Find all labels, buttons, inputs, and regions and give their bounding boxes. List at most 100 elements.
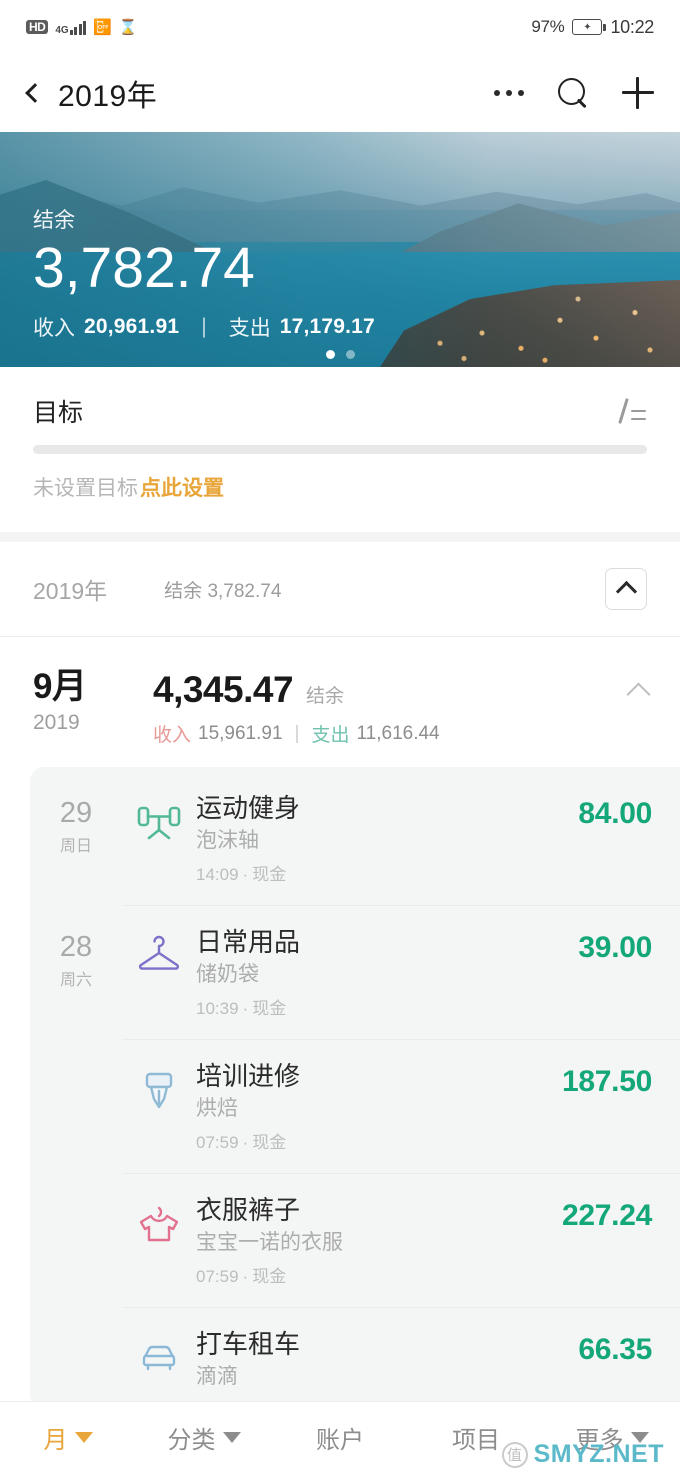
transaction-date bbox=[30, 1195, 122, 1202]
hourglass-icon: ⌛ bbox=[118, 18, 138, 36]
battery-percent: 97% bbox=[531, 17, 565, 36]
transaction-day: 29 bbox=[59, 797, 93, 829]
year-summary-row[interactable]: 2019年 结余 3,782.74 bbox=[0, 542, 680, 636]
banner-separator: | bbox=[201, 315, 207, 338]
table-row[interactable]: 28 周六 日常用品 储奶袋 10:39 · 现金 39.00 bbox=[30, 905, 680, 1039]
tab-month[interactable]: 月 bbox=[0, 1420, 136, 1455]
month-balance-caption: 结余 bbox=[306, 686, 345, 707]
table-row[interactable]: 29 周日 运动健身 泡沫轴 14:09 · 现金 84.00 bbox=[30, 771, 680, 905]
banner-expense-label: 支出 bbox=[228, 317, 271, 340]
year-balance: 结余 3,782.74 bbox=[164, 580, 282, 602]
status-bar: HD 4G 📴 ⌛ 97% ✦ 10:22 bbox=[0, 0, 680, 54]
table-row[interactable]: 衣服裤子 宝宝一诺的衣服 07:59 · 现金 227.24 bbox=[30, 1173, 680, 1307]
app-header: 2019年 bbox=[0, 54, 680, 132]
dumbbell-icon bbox=[122, 793, 196, 849]
table-row[interactable]: 培训进修 烘焙 07:59 · 现金 187.50 bbox=[30, 1039, 680, 1173]
transaction-category: 打车租车 bbox=[196, 1329, 301, 1359]
goal-progress-bar bbox=[33, 445, 647, 454]
car-icon bbox=[122, 1329, 196, 1385]
transaction-body: 打车租车 滴滴 bbox=[196, 1329, 515, 1389]
signal-bars-icon bbox=[69, 20, 87, 35]
transaction-body: 日常用品 储奶袋 10:39 · 现金 bbox=[196, 927, 515, 1019]
network-4g-icon: 4G bbox=[55, 20, 87, 36]
transaction-amount: 187.50 bbox=[562, 1065, 652, 1098]
transaction-amount: 66.35 bbox=[578, 1333, 652, 1366]
transaction-category: 衣服裤子 bbox=[196, 1195, 301, 1225]
section-divider bbox=[0, 532, 680, 542]
transaction-amount: 227.24 bbox=[562, 1199, 652, 1232]
transaction-account: 现金 bbox=[252, 999, 287, 1018]
back-chevron-icon[interactable] bbox=[25, 83, 45, 103]
transaction-category: 培训进修 bbox=[196, 1061, 301, 1091]
transaction-time: 14:09 bbox=[196, 865, 239, 884]
banner-balance-label: 结余 bbox=[33, 209, 75, 232]
month-balance-value: 4,345.47 bbox=[153, 669, 294, 710]
transaction-account: 现金 bbox=[252, 1267, 287, 1286]
battery-icon: ✦ bbox=[572, 19, 606, 35]
month-expense-value: 11,616.44 bbox=[356, 722, 440, 744]
hd-icon: HD bbox=[26, 20, 49, 34]
year-collapse-button[interactable] bbox=[605, 568, 647, 610]
clothes-hanger-icon bbox=[122, 927, 196, 983]
plus-icon[interactable] bbox=[622, 77, 654, 109]
goal-header: 目标 bbox=[33, 393, 647, 429]
month-when: 9月 2019 bbox=[33, 667, 153, 735]
banner-income-value: 20,961.91 bbox=[84, 315, 180, 338]
month-collapse-button[interactable] bbox=[597, 667, 651, 707]
transaction-category: 日常用品 bbox=[196, 927, 301, 957]
page-title: 2019年 bbox=[58, 80, 158, 113]
tab-category[interactable]: 分类 bbox=[136, 1420, 272, 1455]
tab-project-label: 项目 bbox=[452, 1427, 500, 1454]
month-income-expense: 收入 15,961.91 | 支出 11,616.44 bbox=[153, 720, 597, 747]
month-balance-row: 4,345.47 结余 bbox=[153, 669, 597, 711]
transaction-amount: 84.00 bbox=[578, 797, 652, 830]
transaction-body: 运动健身 泡沫轴 14:09 · 现金 bbox=[196, 793, 515, 885]
transaction-note: 烘焙 bbox=[196, 1097, 238, 1120]
transaction-time: 10:39 bbox=[196, 999, 239, 1018]
transaction-date bbox=[30, 1061, 122, 1068]
transaction-body: 衣服裤子 宝宝一诺的衣服 07:59 · 现金 bbox=[196, 1195, 515, 1287]
goal-card: 目标 未设置目标点此设置 bbox=[0, 367, 680, 532]
network-label: 4G bbox=[55, 24, 69, 36]
goal-set-link[interactable]: 点此设置 bbox=[140, 477, 224, 500]
banner-income-label: 收入 bbox=[33, 317, 75, 340]
month-summary-header[interactable]: 9月 2019 4,345.47 结余 收入 15,961.91 | 支出 11… bbox=[0, 637, 680, 767]
search-icon[interactable] bbox=[558, 78, 588, 108]
banner-expense-value: 17,179.17 bbox=[279, 315, 375, 338]
transaction-meta: 07:59 · 现金 bbox=[196, 1133, 287, 1152]
table-row[interactable]: 打车租车 滴滴 66.35 bbox=[30, 1307, 680, 1409]
transaction-meta: 07:59 · 现金 bbox=[196, 1267, 287, 1286]
chevron-down-icon bbox=[222, 1432, 241, 1443]
transaction-amount: 39.00 bbox=[578, 931, 652, 964]
transaction-date: 28 周六 bbox=[30, 927, 122, 990]
edit-icon[interactable] bbox=[617, 396, 647, 426]
year-label: 2019年 bbox=[33, 578, 108, 604]
month-year-label: 2019 bbox=[33, 711, 80, 734]
status-bar-right: 97% ✦ 10:22 bbox=[531, 17, 654, 38]
banner-stats: 收入 20,961.91 | 支出 17,179.17 bbox=[33, 312, 375, 342]
transaction-note: 储奶袋 bbox=[196, 963, 259, 986]
transaction-note: 泡沫轴 bbox=[196, 829, 259, 852]
transaction-account: 现金 bbox=[252, 1133, 287, 1152]
chevron-up-icon bbox=[626, 682, 651, 707]
tab-account-label: 账户 bbox=[316, 1427, 364, 1454]
status-bar-left: HD 4G 📴 ⌛ bbox=[26, 20, 138, 35]
watermark-logo: 值 bbox=[501, 1441, 528, 1468]
page-dot-2[interactable] bbox=[345, 350, 355, 359]
tab-account[interactable]: 账户 bbox=[272, 1420, 408, 1455]
month-expense-label: 支出 bbox=[311, 725, 350, 746]
transaction-day: 28 bbox=[59, 931, 93, 963]
transaction-weekday: 周日 bbox=[59, 838, 92, 855]
more-dots-icon[interactable] bbox=[494, 80, 524, 106]
watermark-text: SMYZ.NET bbox=[533, 1440, 664, 1468]
page-dot-1[interactable] bbox=[325, 350, 335, 359]
transaction-meta: 14:09 · 现金 bbox=[196, 865, 287, 884]
transaction-date: 29 周日 bbox=[30, 793, 122, 856]
watermark: 值 SMYZ.NET bbox=[501, 1440, 664, 1469]
chevron-up-icon bbox=[615, 580, 637, 603]
summary-banner[interactable]: 结余 3,782.74 收入 20,961.91 | 支出 17,179.17 bbox=[0, 132, 680, 367]
transaction-category: 运动健身 bbox=[196, 793, 301, 823]
chevron-down-icon bbox=[74, 1432, 93, 1443]
banner-page-dots[interactable] bbox=[0, 350, 680, 359]
month-sums: 4,345.47 结余 收入 15,961.91 | 支出 11,616.44 bbox=[153, 667, 597, 747]
